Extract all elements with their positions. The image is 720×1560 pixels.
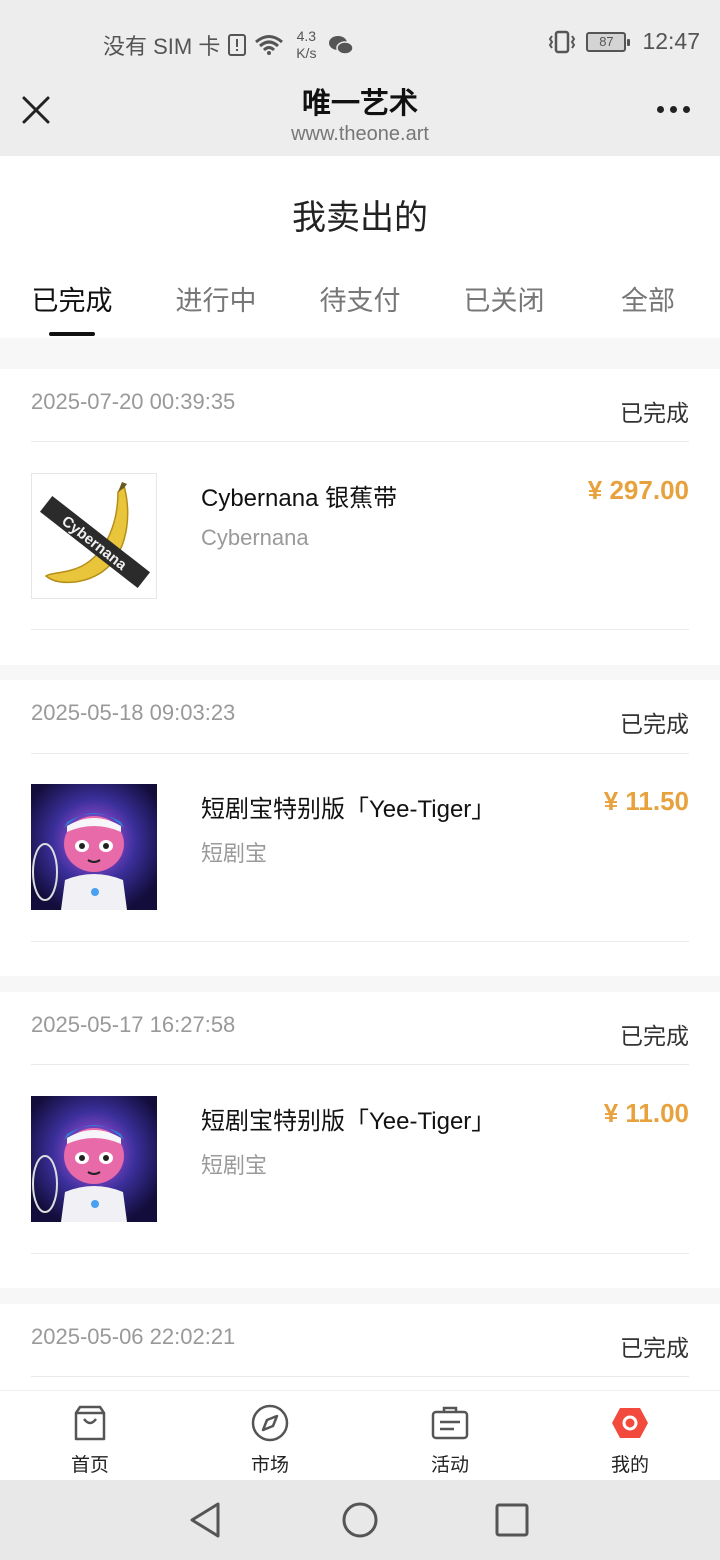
divider bbox=[31, 1064, 689, 1065]
page-title: 我卖出的 bbox=[292, 199, 428, 237]
status-bar: 没有 SIM 卡 4.3 K/s 87 12:47 bbox=[0, 0, 720, 80]
vibrate-icon bbox=[549, 30, 576, 53]
tab-closed[interactable]: 已关闭 bbox=[463, 279, 545, 338]
clock: 12:47 bbox=[642, 28, 700, 54]
wifi-icon bbox=[255, 35, 284, 55]
active-tab-indicator bbox=[49, 332, 95, 336]
network-speed: 4.3 K/s bbox=[296, 28, 317, 61]
divider bbox=[31, 441, 689, 442]
product-name: 短剧宝特别版「Yee-Tiger」 bbox=[201, 1108, 496, 1135]
app-url: www.theone.art bbox=[291, 123, 429, 145]
order-card[interactable]: 2025-05-06 22:02:21 已完成 bbox=[0, 1304, 720, 1390]
tiger-image bbox=[31, 784, 157, 910]
divider bbox=[31, 629, 689, 630]
order-status: 已完成 bbox=[620, 400, 689, 426]
product-name: Cybernana 银蕉带 bbox=[201, 485, 398, 512]
tab-in-progress[interactable]: 进行中 bbox=[175, 279, 257, 338]
tiger-image bbox=[31, 1096, 157, 1222]
order-card[interactable]: 2025-05-17 16:27:58 已完成 短剧宝特别版「Yee-Tiger… bbox=[0, 992, 720, 1288]
order-date: 2025-05-06 22:02:21 bbox=[31, 1324, 236, 1349]
battery-indicator: 87 bbox=[586, 31, 631, 52]
order-date: 2025-07-20 00:39:35 bbox=[31, 389, 236, 414]
sim-alert-icon bbox=[228, 34, 247, 56]
banana-image: Cybernana bbox=[32, 474, 156, 598]
title-bar: 唯一艺术 www.theone.art bbox=[0, 80, 720, 156]
compass-icon bbox=[251, 1404, 289, 1442]
nav-label: 我的 bbox=[610, 1455, 649, 1476]
order-status: 已完成 bbox=[620, 711, 689, 737]
product-price: ¥ 11.00 bbox=[603, 1098, 689, 1128]
order-tabs: 已完成 进行中 待支付 已关闭 全部 bbox=[0, 279, 720, 338]
back-icon[interactable] bbox=[186, 1500, 226, 1540]
product-thumbnail[interactable] bbox=[31, 1096, 157, 1222]
profile-hexagon-icon bbox=[612, 1408, 648, 1438]
product-collection: 短剧宝 bbox=[201, 841, 268, 866]
home-circle-icon[interactable] bbox=[340, 1500, 380, 1540]
product-collection: Cybernana bbox=[201, 525, 309, 550]
nav-label: 活动 bbox=[430, 1455, 469, 1476]
order-status: 已完成 bbox=[620, 1335, 689, 1361]
nav-label: 首页 bbox=[70, 1455, 109, 1476]
recents-square-icon[interactable] bbox=[492, 1500, 532, 1540]
system-nav-bar bbox=[0, 1480, 720, 1560]
wechat-icon bbox=[329, 36, 355, 55]
divider bbox=[31, 1253, 689, 1254]
nav-home[interactable]: 首页 bbox=[0, 1391, 180, 1481]
product-price: ¥ 297.00 bbox=[587, 475, 689, 505]
product-collection: 短剧宝 bbox=[201, 1153, 268, 1178]
order-status: 已完成 bbox=[620, 1023, 689, 1049]
order-card[interactable]: 2025-07-20 00:39:35 已完成 Cybernana Cybern… bbox=[0, 369, 720, 665]
nav-label: 市场 bbox=[250, 1455, 289, 1476]
order-date: 2025-05-18 09:03:23 bbox=[31, 700, 236, 725]
ticket-icon bbox=[431, 1406, 469, 1440]
tab-pending-payment[interactable]: 待支付 bbox=[319, 279, 401, 338]
more-options-icon[interactable] bbox=[657, 106, 690, 113]
divider bbox=[31, 753, 689, 754]
tab-all[interactable]: 全部 bbox=[620, 279, 676, 338]
product-thumbnail[interactable] bbox=[31, 784, 157, 910]
order-date: 2025-05-17 16:27:58 bbox=[31, 1012, 236, 1037]
tab-completed[interactable]: 已完成 bbox=[31, 279, 113, 338]
divider bbox=[31, 941, 689, 942]
bottom-nav: 首页 市场 活动 我的 bbox=[0, 1390, 720, 1480]
page-header: 我卖出的 已完成 进行中 待支付 已关闭 全部 bbox=[0, 156, 720, 338]
nav-mine[interactable]: 我的 bbox=[540, 1391, 720, 1481]
app-title: 唯一艺术 bbox=[301, 88, 418, 120]
bag-icon bbox=[74, 1405, 106, 1441]
nav-market[interactable]: 市场 bbox=[180, 1391, 360, 1481]
product-thumbnail[interactable]: Cybernana bbox=[31, 473, 157, 599]
product-price: ¥ 11.50 bbox=[603, 786, 689, 816]
nav-activity[interactable]: 活动 bbox=[360, 1391, 540, 1481]
divider bbox=[31, 1376, 689, 1377]
carrier-text: 没有 SIM 卡 bbox=[103, 34, 221, 59]
order-card[interactable]: 2025-05-18 09:03:23 已完成 短剧宝特别版「Yee-Tiger… bbox=[0, 680, 720, 976]
product-name: 短剧宝特别版「Yee-Tiger」 bbox=[201, 796, 496, 823]
